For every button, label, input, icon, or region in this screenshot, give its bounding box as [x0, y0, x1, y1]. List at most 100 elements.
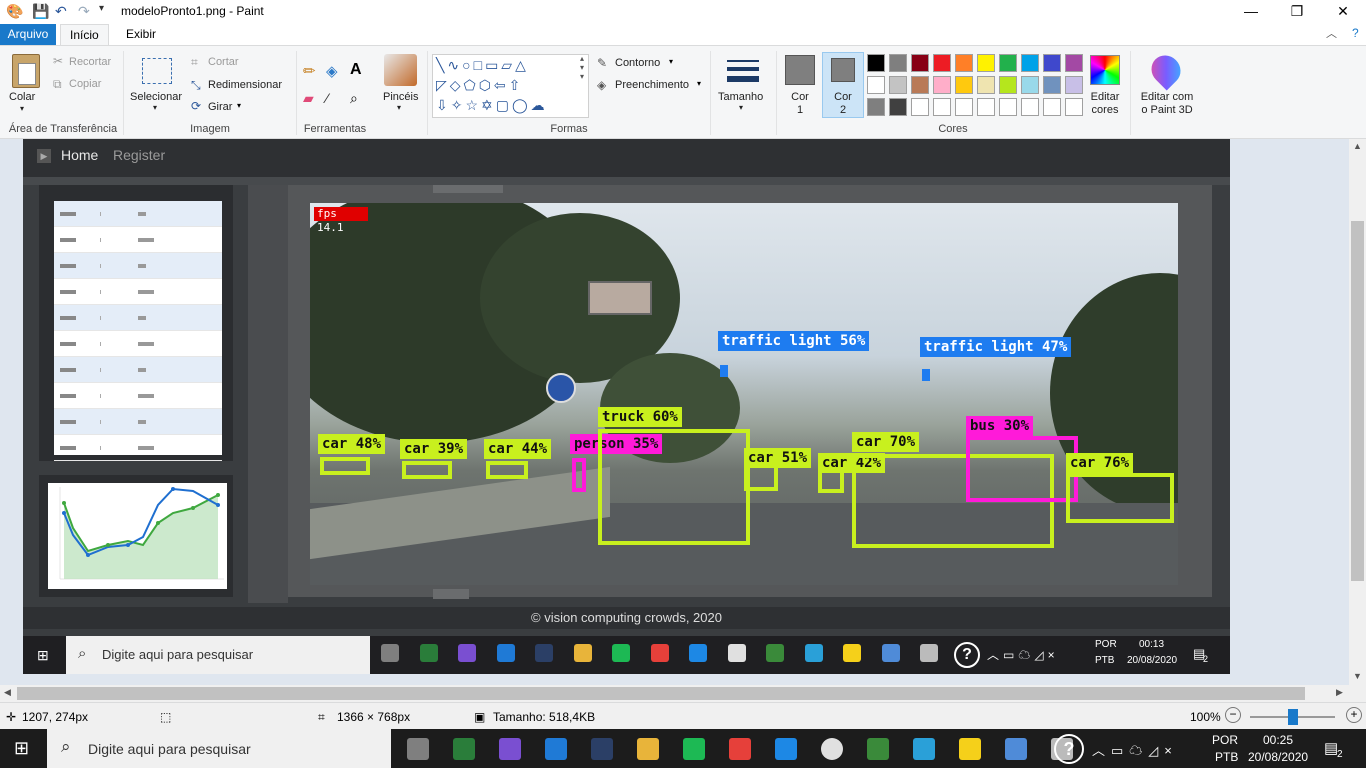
palette-swatch[interactable] [889, 98, 907, 116]
palette-swatch[interactable] [999, 54, 1017, 72]
paste-dropdown-icon[interactable]: ▾ [20, 104, 24, 113]
palette-swatch[interactable] [911, 54, 929, 72]
select-dropdown-icon[interactable]: ▾ [153, 103, 157, 112]
size-button[interactable]: Tamanho [718, 91, 763, 103]
horizontal-scrollbar[interactable]: ◀ ▶ [0, 685, 1366, 702]
shapes-gallery[interactable]: ╲∿○□▭▱△ ◸◇⬠⬡⇦⇧ ⇩✧☆✡▢◯☁ [432, 54, 589, 118]
network-app-taskbar-icon[interactable] [591, 738, 613, 760]
palette-swatch[interactable] [977, 54, 995, 72]
color1-swatch[interactable] [785, 55, 815, 85]
horizontal-scroll-thumb[interactable] [17, 687, 1305, 700]
cut-button[interactable]: Recortar [69, 56, 111, 68]
palette-swatch[interactable] [889, 54, 907, 72]
paint-app-icon[interactable]: 🎨 [6, 3, 23, 20]
vertical-scrollbar[interactable]: ▲ ▼ [1349, 139, 1366, 685]
fill-bucket-icon[interactable]: ◈ [326, 62, 338, 80]
rotate-button[interactable]: Girar [208, 101, 232, 113]
tab-file[interactable]: Arquivo [0, 24, 56, 45]
palette-swatch[interactable] [1065, 98, 1083, 116]
palette-swatch[interactable] [999, 98, 1017, 116]
scroll-up-icon[interactable]: ▲ [1353, 141, 1362, 151]
photos-taskbar-icon[interactable] [1005, 738, 1027, 760]
edit-colors-button[interactable]: Editar cores [1085, 91, 1125, 117]
scroll-left-icon[interactable]: ◀ [4, 687, 11, 698]
palette-swatch[interactable] [911, 76, 929, 94]
palette-swatch[interactable] [977, 98, 995, 116]
palette-swatch[interactable] [955, 76, 973, 94]
paint3d-icon[interactable] [1145, 49, 1187, 91]
visual-studio-taskbar-icon[interactable] [499, 738, 521, 760]
edit-colors-icon[interactable] [1090, 55, 1120, 85]
palette-swatch[interactable] [1043, 98, 1061, 116]
start-icon[interactable]: ⊞ [14, 738, 29, 759]
select-button[interactable]: Selecionar [130, 91, 182, 103]
resize-button[interactable]: Redimensionar [208, 79, 282, 91]
vscode-taskbar-icon[interactable] [545, 738, 567, 760]
palette-swatch[interactable] [999, 76, 1017, 94]
edge-taskbar-icon[interactable] [913, 738, 935, 760]
canvas-image[interactable]: ▶ Home Register fps 14.1 car 48% car 39%… [23, 139, 1230, 674]
palette-swatch[interactable] [1021, 54, 1039, 72]
scroll-down-icon[interactable]: ▼ [1353, 671, 1362, 681]
brushes-icon[interactable] [384, 54, 417, 86]
language-line1[interactable]: POR [1212, 733, 1238, 747]
copy-button[interactable]: Copiar [69, 78, 101, 90]
tab-home[interactable]: Início [60, 24, 109, 46]
palette-swatch[interactable] [867, 54, 885, 72]
fill-dropdown-icon[interactable]: ▾ [697, 79, 701, 88]
taskbar-search-box[interactable]: ⌕ Digite aqui para pesquisar [47, 729, 391, 768]
size-icon[interactable] [727, 60, 759, 82]
outline-button[interactable]: Contorno [615, 57, 660, 69]
select-icon[interactable] [142, 58, 172, 84]
zoom-slider-thumb[interactable] [1288, 709, 1298, 725]
redo-icon[interactable]: ↷ [78, 3, 90, 20]
language-line2[interactable]: PTB [1215, 750, 1238, 764]
color-picker-icon[interactable]: ⁄ [326, 90, 328, 106]
palette-swatch[interactable] [867, 98, 885, 116]
file-explorer-taskbar-icon[interactable] [637, 738, 659, 760]
palette-swatch[interactable] [955, 54, 973, 72]
palette-swatch[interactable] [933, 76, 951, 94]
palette-swatch[interactable] [1043, 76, 1061, 94]
palette-swatch[interactable] [911, 98, 929, 116]
palette-swatch[interactable] [867, 76, 885, 94]
palette-swatch[interactable] [1065, 54, 1083, 72]
zoom-in-button[interactable]: + [1346, 707, 1362, 723]
anydesk-taskbar-icon[interactable] [729, 738, 751, 760]
text-tool-icon[interactable]: A [350, 61, 362, 79]
undo-icon[interactable]: ↶ [55, 3, 67, 20]
help-icon[interactable]: ? [1352, 26, 1359, 40]
editor-taskbar-icon[interactable] [867, 738, 889, 760]
magnifier-icon[interactable]: ⌕ [350, 90, 358, 107]
palette-swatch[interactable] [955, 98, 973, 116]
scroll-right-icon[interactable]: ▶ [1336, 687, 1343, 698]
shapes-scroll-icon[interactable]: ▴ ▾ ▾ [580, 54, 584, 81]
calculator-taskbar-icon[interactable] [407, 738, 429, 760]
palette-swatch[interactable] [1021, 98, 1039, 116]
spotify-taskbar-icon[interactable] [683, 738, 705, 760]
tray-icons[interactable]: ︿▭☁◿× [1092, 740, 1178, 759]
outline-dropdown-icon[interactable]: ▾ [669, 57, 673, 66]
palette-swatch[interactable] [1021, 76, 1039, 94]
customize-quick-access-icon[interactable]: ▾ [99, 3, 104, 14]
app-taskbar-icon[interactable] [453, 738, 475, 760]
close-button[interactable]: ✕ [1320, 0, 1366, 24]
palette-swatch[interactable] [1065, 76, 1083, 94]
teamviewer-taskbar-icon[interactable] [775, 738, 797, 760]
help-tray-icon[interactable]: ? [1054, 734, 1084, 764]
paste-icon[interactable] [12, 54, 40, 88]
sticky-notes-taskbar-icon[interactable] [959, 738, 981, 760]
save-icon[interactable]: 💾 [32, 3, 49, 20]
palette-swatch[interactable] [977, 76, 995, 94]
vertical-scroll-thumb[interactable] [1351, 221, 1364, 581]
palette-swatch[interactable] [1043, 54, 1061, 72]
color2-button[interactable]: Cor 2 [832, 91, 854, 117]
palette-swatch[interactable] [889, 76, 907, 94]
brushes-dropdown-icon[interactable]: ▾ [397, 103, 401, 112]
maximize-button[interactable]: ❐ [1274, 0, 1320, 24]
paint3d-button[interactable]: Editar com o Paint 3D [1137, 91, 1197, 117]
zoom-out-button[interactable]: − [1225, 707, 1241, 723]
collapse-ribbon-icon[interactable]: ︿ [1326, 25, 1337, 41]
brushes-button[interactable]: Pincéis [383, 91, 418, 103]
rotate-dropdown-icon[interactable]: ▾ [237, 101, 241, 110]
